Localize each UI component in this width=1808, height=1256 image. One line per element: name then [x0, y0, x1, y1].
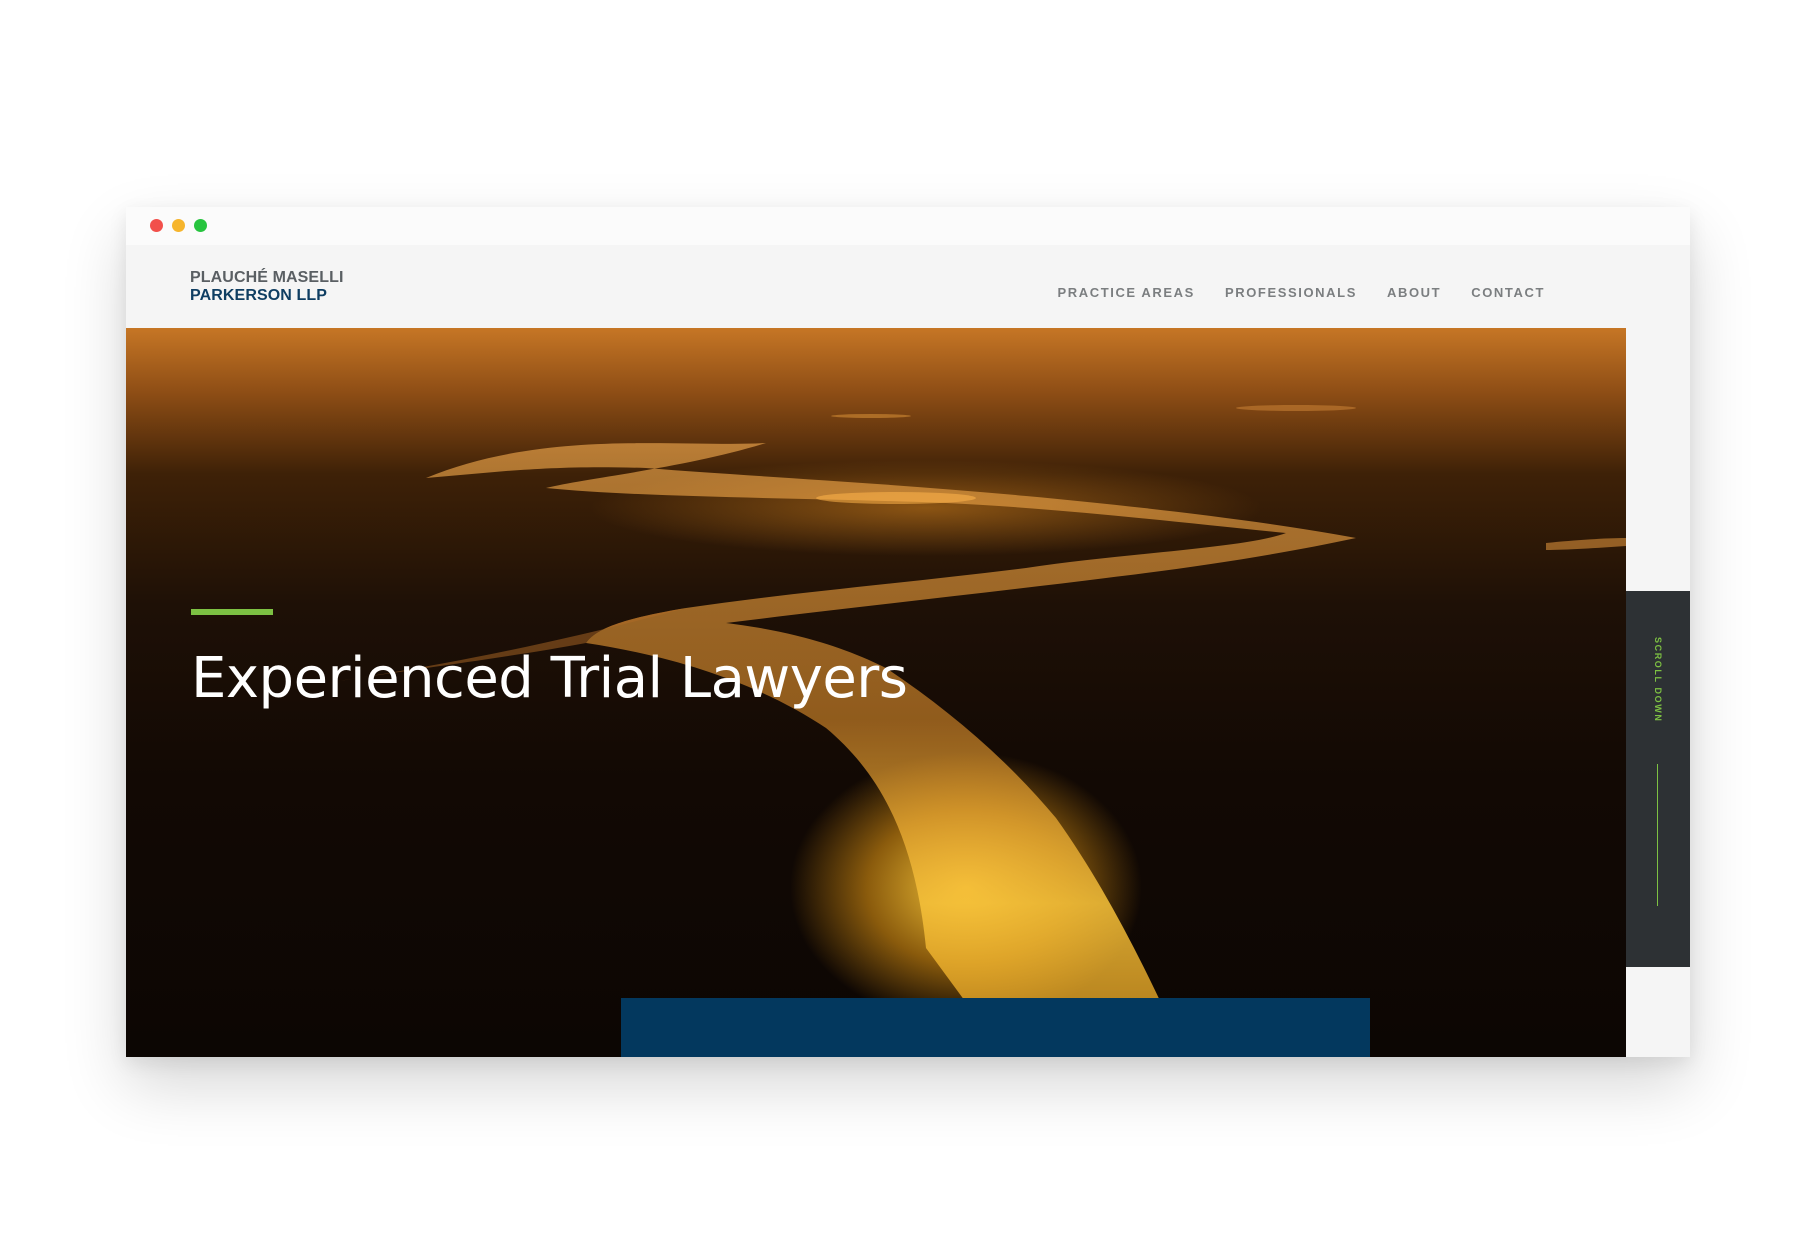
- scroll-down-button[interactable]: SCROLL DOWN: [1626, 591, 1690, 967]
- browser-window: PLAUCHÉ MASELLI PARKERSON LLP PRACTICE A…: [126, 207, 1690, 1057]
- nav-about[interactable]: ABOUT: [1387, 285, 1441, 300]
- logo-line-1: PLAUCHÉ MASELLI: [190, 269, 344, 286]
- nav-practice-areas[interactable]: PRACTICE AREAS: [1057, 285, 1194, 300]
- logo-line-2: PARKERSON LLP: [190, 287, 328, 304]
- maximize-window-button[interactable]: [194, 219, 207, 232]
- site-header: PLAUCHÉ MASELLI PARKERSON LLP PRACTICE A…: [126, 245, 1690, 335]
- main-nav: PRACTICE AREAS PROFESSIONALS ABOUT CONTA…: [1057, 285, 1545, 300]
- nav-professionals[interactable]: PROFESSIONALS: [1225, 285, 1357, 300]
- site-logo[interactable]: PLAUCHÉ MASELLI PARKERSON LLP: [190, 269, 344, 305]
- hero-bottom-panel: [621, 998, 1370, 1057]
- window-titlebar: [126, 207, 1690, 245]
- hero-accent-bar: [191, 609, 273, 615]
- hero-title: Experienced Trial Lawyers: [191, 646, 908, 711]
- nav-contact[interactable]: CONTACT: [1471, 285, 1545, 300]
- minimize-window-button[interactable]: [172, 219, 185, 232]
- close-window-button[interactable]: [150, 219, 163, 232]
- scroll-down-label: SCROLL DOWN: [1653, 637, 1663, 723]
- scroll-indicator-line: [1657, 764, 1658, 906]
- hero-banner: Experienced Trial Lawyers: [126, 328, 1626, 1057]
